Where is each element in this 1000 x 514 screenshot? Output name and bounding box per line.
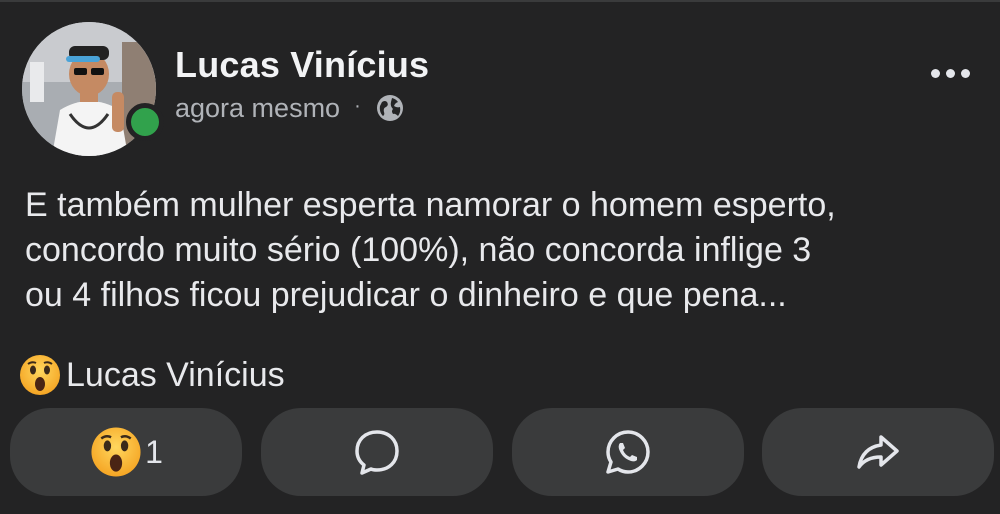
author-name[interactable]: Lucas Vinícius [175, 44, 429, 86]
share-arrow-icon [853, 427, 903, 477]
post-text-line: E também mulher esperta namorar o homem … [25, 186, 836, 224]
action-bar: 1 [10, 408, 994, 496]
comment-bubble-icon [352, 427, 402, 477]
post-body: E também mulher esperta namorar o homem … [25, 183, 985, 318]
whatsapp-icon [603, 427, 653, 477]
online-status-indicator [126, 103, 164, 141]
comment-button[interactable] [261, 408, 493, 496]
more-dot [945, 68, 955, 78]
post-meta: agora mesmo · [175, 91, 405, 125]
meta-separator: · [354, 94, 361, 117]
post-text-line: ou 4 filhos ficou prejudicar o dinheiro … [25, 276, 787, 314]
reaction-names: Lucas Vinícius [66, 355, 285, 394]
timestamp[interactable]: agora mesmo [175, 93, 340, 124]
globe-icon [375, 93, 405, 123]
wow-emoji-icon [89, 425, 143, 479]
reaction-summary[interactable]: Lucas Vinícius [18, 353, 285, 397]
post-text-line: concordo muito sério (100%), não concord… [25, 231, 812, 269]
more-options-icon[interactable] [920, 58, 980, 88]
top-divider [0, 0, 1000, 2]
whatsapp-share-button[interactable] [512, 408, 744, 496]
share-button[interactable] [762, 408, 994, 496]
more-dot [930, 68, 940, 78]
react-button[interactable]: 1 [10, 408, 242, 496]
more-dot [960, 68, 970, 78]
wow-emoji-icon [18, 353, 62, 397]
reaction-count: 1 [145, 433, 163, 470]
